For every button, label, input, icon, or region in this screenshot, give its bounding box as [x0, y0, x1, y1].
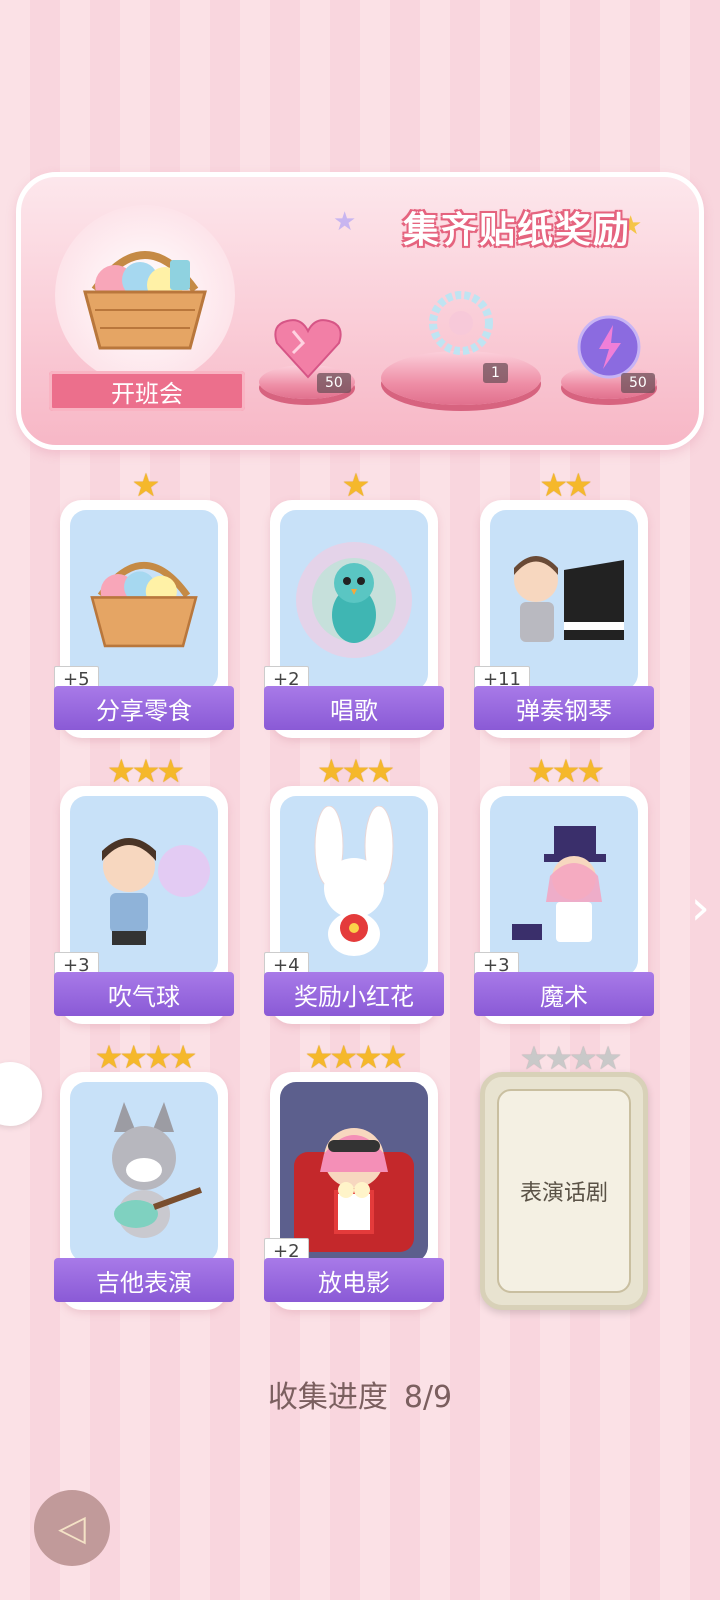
snack-basket-icon	[90, 561, 198, 648]
card-stars: ★	[131, 466, 161, 504]
card-image	[70, 796, 218, 976]
card-image	[70, 1082, 218, 1262]
card-image	[280, 796, 428, 976]
back-button[interactable]: ◁	[34, 1490, 110, 1566]
sticker-card-red-flower[interactable]: ★★★ +4 奖励小红花	[264, 752, 444, 1024]
sticker-card-movie[interactable]: ★★★★ +2 放电影	[264, 1038, 444, 1310]
sticker-card-sing[interactable]: ★ +2 唱歌	[264, 466, 444, 738]
reward-count: 50	[317, 373, 351, 393]
banner-title: 集齐贴纸奖励	[402, 209, 631, 251]
card-stars: ★★★	[526, 752, 605, 790]
card-stars: ★★★	[106, 752, 185, 790]
sticker-card-share-snacks[interactable]: ★ +5 分享零食	[54, 466, 234, 738]
card-image	[280, 1082, 428, 1262]
card-label: 放电影	[264, 1258, 444, 1302]
bunny-flower-icon	[314, 806, 394, 956]
sticker-card-piano[interactable]: ★★ +11 弹奏钢琴	[474, 466, 654, 738]
singing-peacock-icon	[296, 542, 412, 658]
card-label: 魔术	[474, 972, 654, 1016]
sticker-card-magic[interactable]: ★★★ +3 魔术	[474, 752, 654, 1024]
card-stars: ★	[341, 466, 371, 504]
card-label: 奖励小红花	[264, 972, 444, 1016]
side-menu-button[interactable]	[0, 1062, 42, 1126]
card-label: 唱歌	[264, 686, 444, 730]
magician-girl-icon	[512, 826, 606, 942]
card-stars: ★★★★	[519, 1039, 623, 1077]
card-label: 分享零食	[54, 686, 234, 730]
back-arrow-icon: ◁	[58, 1507, 86, 1549]
card-stars: ★★★	[316, 752, 395, 790]
card-stars: ★★★★	[94, 1038, 198, 1076]
banner-title-wrap: 集齐贴纸奖励	[367, 197, 667, 257]
crystal-bracelet-icon[interactable]	[423, 285, 499, 365]
star-decoration-icon: ★	[333, 207, 357, 237]
sticker-card-guitar[interactable]: ★★★★ 吉他表演	[54, 1038, 234, 1310]
card-image	[490, 510, 638, 690]
sticker-card-balloon[interactable]: ★★★ +3 吹气球	[54, 752, 234, 1024]
event-label: 开班会	[49, 371, 245, 411]
collection-progress: 收集进度 8/9	[0, 1372, 720, 1416]
guitar-wolf-icon	[112, 1102, 203, 1238]
snack-basket-icon	[83, 251, 207, 350]
card-label: 弹奏钢琴	[474, 686, 654, 730]
locked-card-label: 表演话剧	[497, 1089, 631, 1293]
reward-count: 50	[621, 373, 655, 393]
progress-value: 8/9	[403, 1380, 453, 1415]
chevron-right-icon[interactable]: ›	[691, 880, 710, 936]
card-image	[70, 510, 218, 690]
piano-boy-icon	[514, 556, 624, 642]
card-label: 吹气球	[54, 972, 234, 1016]
card-image	[280, 510, 428, 690]
card-image	[490, 796, 638, 976]
card-stars: ★★★★	[304, 1038, 408, 1076]
balloon-boy-icon	[102, 838, 210, 945]
progress-label: 收集进度	[267, 1380, 388, 1415]
card-stars: ★★	[539, 466, 592, 504]
movie-girl-icon	[294, 1128, 414, 1252]
event-basket-image	[55, 205, 235, 385]
reward-count: 1	[483, 363, 508, 383]
sticker-card-drama-locked[interactable]: ★★★★ 表演话剧	[480, 1039, 648, 1310]
card-label: 吉他表演	[54, 1258, 234, 1302]
reward-banner: ★ ★ 集齐贴纸奖励 开班会 50 1 50	[16, 172, 704, 450]
